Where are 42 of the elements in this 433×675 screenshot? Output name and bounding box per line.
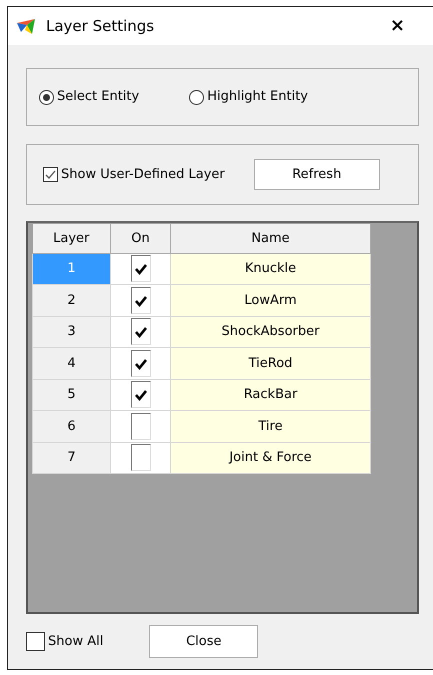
row-header-cell[interactable]: 6 (32, 410, 110, 442)
table-cell: Knuckle (170, 253, 370, 284)
row-header-cell[interactable]: 3 (32, 316, 110, 348)
checkbox[interactable] (26, 632, 45, 651)
check-icon (134, 356, 148, 371)
table-cell: ShockAbsorber (170, 316, 370, 348)
checkbox[interactable] (130, 412, 150, 440)
radio-button[interactable] (39, 90, 54, 104)
check-icon (134, 325, 148, 340)
row-header-cell[interactable]: 4 (32, 348, 110, 379)
row-header-cell[interactable]: 5 (32, 379, 110, 410)
column-header[interactable]: Name (170, 224, 370, 253)
radio-button[interactable] (189, 90, 204, 104)
row-header-cell[interactable]: 7 (32, 442, 110, 474)
app-logo-icon (16, 17, 36, 35)
check-icon (134, 388, 148, 402)
checkbox[interactable] (130, 444, 150, 472)
column-header[interactable]: On (110, 224, 170, 253)
table-cell: TieRod (170, 348, 370, 379)
radio-label: Highlight Entity (207, 88, 308, 106)
check-icon (134, 262, 148, 276)
table-cell: RackBar (170, 379, 370, 410)
checkbox[interactable] (130, 381, 150, 408)
table-cell: Tire (170, 410, 370, 442)
checkbox-label: Show User-Defined Layer (61, 166, 225, 184)
checkbox[interactable] (130, 350, 150, 377)
close-button[interactable]: × (386, 17, 409, 35)
table-cell: Joint & Force (170, 442, 370, 474)
checkbox[interactable] (130, 318, 150, 346)
row-header-cell[interactable]: 2 (32, 284, 110, 316)
checkbox[interactable] (130, 255, 150, 282)
window-title: Layer Settings (46, 16, 154, 37)
check-icon (44, 168, 57, 181)
check-icon (134, 294, 148, 308)
checkbox[interactable] (43, 167, 58, 182)
radio-label: Select Entity (57, 88, 140, 106)
refresh-button[interactable]: Refresh (254, 159, 380, 190)
column-header[interactable]: Layer (32, 224, 110, 253)
checkbox-label: Show All (48, 632, 104, 651)
close-dialog-button[interactable]: Close (149, 625, 258, 658)
table-cell: LowArm (170, 284, 370, 316)
checkbox[interactable] (130, 286, 150, 314)
